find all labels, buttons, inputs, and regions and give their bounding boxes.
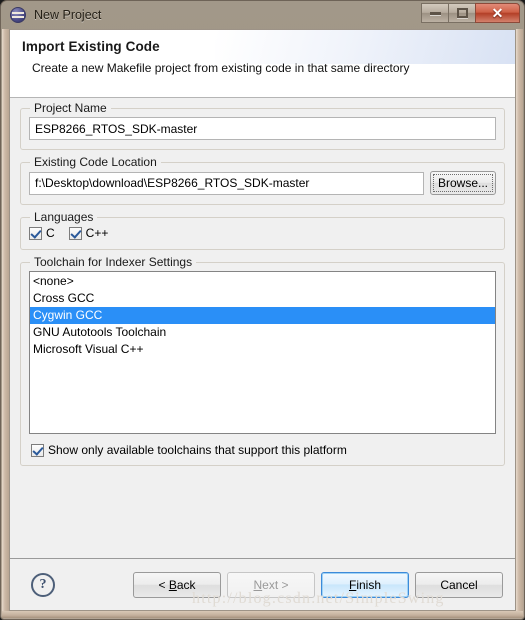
minimize-button[interactable] [421,3,449,23]
project-name-group: Project Name [20,101,505,150]
back-button[interactable]: < Back [133,571,221,598]
show-only-available-toolchains-label: Show only available toolchains that supp… [48,443,347,457]
checkmark-icon [31,443,44,457]
title-bar[interactable]: New Project ✕ [1,1,524,29]
finish-button-label: Finish [348,577,382,592]
window-controls: ✕ [421,3,520,23]
finish-button[interactable]: Finish [321,571,409,598]
existing-code-location-group-label: Existing Code Location [30,155,161,169]
minimize-icon [429,11,441,15]
language-checkbox-c[interactable]: C [29,226,55,240]
restore-icon [456,8,468,18]
toolchain-list[interactable]: <none> Cross GCC Cygwin GCC GNU Autotool… [29,271,496,434]
checkmark-icon [68,226,82,240]
help-icon[interactable]: ? [31,572,55,597]
toolchain-group: Toolchain for Indexer Settings <none> Cr… [20,255,505,466]
list-item[interactable]: Microsoft Visual C++ [30,341,495,358]
page-description: Create a new Makefile project from exist… [32,61,410,75]
language-label-cpp: C++ [85,226,109,240]
wizard-body: Project Name Existing Code Location Brow… [10,98,515,558]
language-checkbox-cpp[interactable]: C++ [68,226,109,240]
dialog-button-bar: ? < Back Next > Finish Cancel http://blo… [10,558,515,610]
window-frame-bottom [2,611,523,618]
languages-group-label: Languages [30,210,98,224]
list-item[interactable]: <none> [30,273,495,290]
page-title: Import Existing Code [22,39,160,54]
show-only-available-toolchains-checkbox[interactable]: Show only available toolchains that supp… [29,443,496,457]
project-name-input[interactable] [29,117,496,140]
browse-button[interactable]: Browse... [430,171,496,195]
window-frame-right [516,29,523,618]
back-button-label: < Back [158,577,196,592]
restore-button[interactable] [448,3,476,23]
language-label-c: C [46,226,55,240]
new-project-dialog: New Project ✕ Import Existing Code Creat… [0,0,525,620]
existing-code-location-group: Existing Code Location Browse... [20,155,505,205]
wizard-header: Import Existing Code Create a new Makefi… [10,30,515,98]
close-icon: ✕ [491,5,504,21]
existing-code-location-input[interactable] [29,171,424,195]
project-name-group-label: Project Name [30,101,111,115]
toolchain-group-label: Toolchain for Indexer Settings [30,255,197,269]
navigation-buttons: < Back Next > Finish Cancel [133,571,503,598]
next-button-label: Next > [253,577,289,592]
list-item[interactable]: Cross GCC [30,290,495,307]
window-frame-left [2,29,9,618]
next-button[interactable]: Next > [227,571,315,598]
location-row: Browse... [29,171,496,195]
list-item[interactable]: Cygwin GCC [30,307,495,324]
close-button[interactable]: ✕ [475,3,520,23]
cancel-button[interactable]: Cancel [415,571,503,598]
window-title: New Project [34,8,102,22]
checkmark-icon [29,226,42,240]
list-item[interactable]: GNU Autotools Toolchain [30,324,495,341]
eclipse-wizard-icon [10,7,26,23]
dialog-client-area: Import Existing Code Create a new Makefi… [9,29,516,611]
languages-row: C C++ [29,226,496,240]
languages-group: Languages C C++ [20,210,505,250]
